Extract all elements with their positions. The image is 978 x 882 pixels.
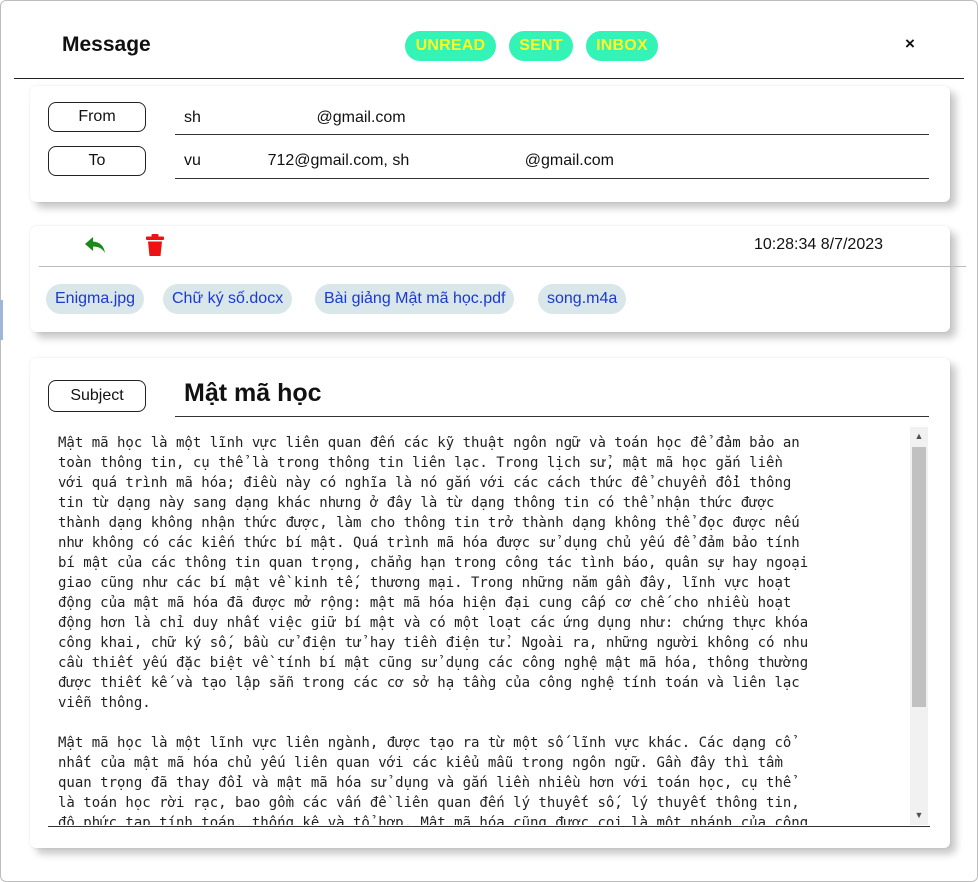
scroll-down-icon[interactable]: ▼ — [910, 806, 928, 824]
subject-field[interactable]: Mật mã học — [184, 379, 322, 408]
message-body[interactable]: Mật mã học là một lĩnh vực liên quan đến… — [48, 427, 910, 825]
close-button[interactable]: × — [900, 32, 920, 56]
to-label: To — [48, 146, 146, 176]
window-edge-accent — [0, 300, 3, 340]
attachment-chip[interactable]: Bài giảng Mật mã học.pdf — [315, 284, 515, 314]
reply-icon-glyph — [85, 237, 105, 253]
scroll-up-icon[interactable]: ▲ — [910, 427, 928, 445]
toolbar-divider — [39, 266, 966, 267]
from-underline — [175, 134, 929, 135]
from-field[interactable]: sh @gmail.com — [184, 109, 406, 127]
folder-sent-button[interactable]: SENT — [509, 31, 573, 61]
folder-unread-button[interactable]: UNREAD — [405, 31, 496, 61]
message-timestamp: 10:28:34 8/7/2023 — [754, 236, 884, 253]
to-underline — [175, 178, 929, 179]
folder-inbox-button[interactable]: INBOX — [586, 31, 658, 61]
trash-icon[interactable] — [145, 233, 165, 257]
attachment-chip[interactable]: Chữ ký số.docx — [163, 284, 293, 314]
subject-underline — [175, 416, 929, 417]
attachment-chip[interactable]: song.m4a — [538, 284, 627, 314]
body-scrollbar-thumb[interactable] — [912, 447, 926, 707]
trash-icon-glyph — [146, 234, 164, 256]
reply-icon[interactable] — [83, 234, 107, 256]
header-divider — [14, 78, 964, 79]
to-field[interactable]: vu 712@gmail.com, sh @gmail.com — [184, 152, 614, 170]
body-bottom-border — [48, 826, 930, 827]
subject-label: Subject — [48, 380, 146, 412]
page-title: Message — [62, 33, 151, 56]
address-card — [30, 86, 950, 202]
from-label: From — [48, 102, 146, 132]
attachment-chip[interactable]: Enigma.jpg — [46, 284, 145, 314]
